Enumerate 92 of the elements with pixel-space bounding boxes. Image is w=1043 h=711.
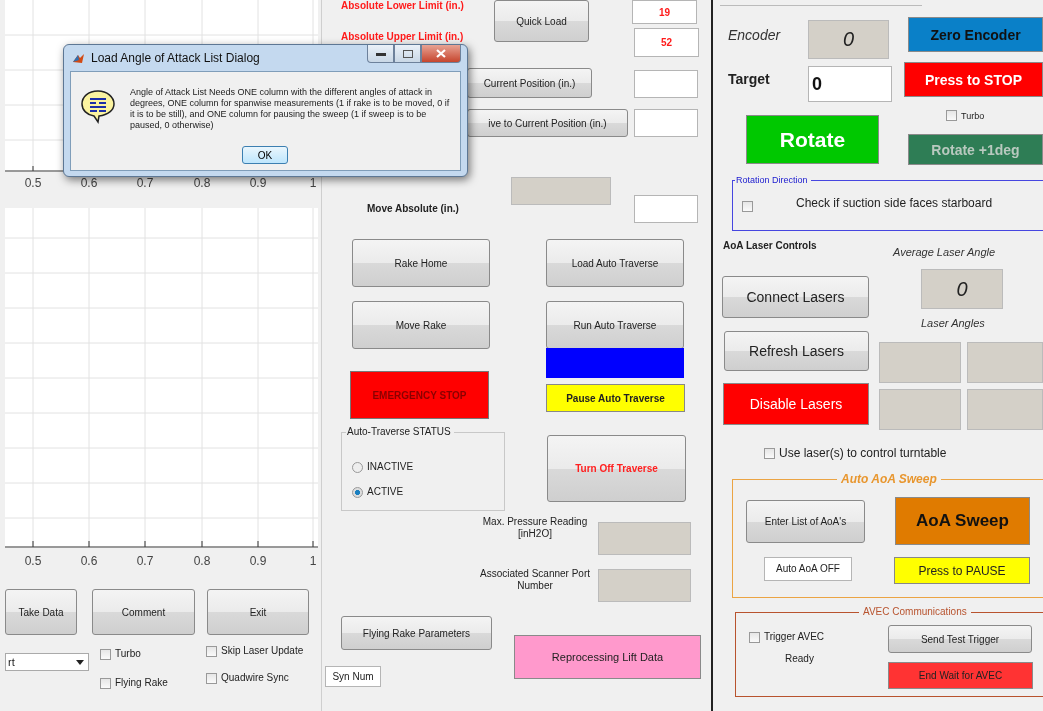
input-field[interactable] <box>634 70 698 98</box>
action-button[interactable]: AoA Sweep <box>895 497 1030 545</box>
action-button[interactable]: Comment <box>92 589 195 635</box>
maximize-button[interactable] <box>394 45 421 63</box>
action-button[interactable]: Enter List of AoA's <box>746 500 865 543</box>
maximize-icon <box>402 49 413 58</box>
checkbox-label: Turbo <box>961 110 985 121</box>
axis-tick-label: 1 <box>308 176 318 190</box>
caret-icon <box>76 659 84 665</box>
axis-tick-label: 1 <box>308 554 318 568</box>
checkbox-label: Check if suction side faces starboard <box>796 196 993 210</box>
action-button[interactable]: Flying Rake Parameters <box>341 616 492 650</box>
axis-tick-label: 0.7 <box>135 176 155 190</box>
status-text: Ready <box>785 653 814 665</box>
axis-tick-label: 0.5 <box>23 554 43 568</box>
action-button[interactable]: Press to PAUSE <box>894 557 1030 584</box>
checkbox[interactable] <box>100 648 111 660</box>
status-text-box: Auto AoA OFF <box>764 557 852 581</box>
field-label: Encoder <box>728 27 781 43</box>
checkbox[interactable] <box>742 201 753 212</box>
action-button[interactable]: Exit <box>207 589 309 635</box>
action-button[interactable]: Pause Auto Traverse <box>546 384 685 412</box>
action-button[interactable]: Load Auto Traverse <box>546 239 684 287</box>
checkbox[interactable] <box>100 677 111 689</box>
input-field[interactable] <box>634 109 698 137</box>
group-title: Auto AoA Sweep <box>837 473 941 485</box>
axis-tick-label: 0.8 <box>192 554 212 568</box>
axis-tick-label: 0.9 <box>248 176 268 190</box>
dropdown[interactable]: rt <box>5 653 89 671</box>
readout-label: Max. Pressure Reading [inH2O] <box>481 516 589 540</box>
input-field[interactable] <box>634 195 698 223</box>
input-field[interactable]: 19 <box>632 0 697 24</box>
checkbox[interactable] <box>206 672 217 684</box>
field-label: Average Laser Angle <box>893 246 996 258</box>
checkbox[interactable] <box>946 110 957 121</box>
section-title: AoA Laser Controls <box>723 240 817 251</box>
checkbox[interactable] <box>206 645 217 657</box>
checkbox-label: Flying Rake <box>115 677 168 689</box>
dialog-message: Angle of Attack List Needs ONE column with the different angles of attack in degrees, ONE column for spanwise measurements (1 if rake is to be moved, 0 if it is to be still), and ONE column for pausing the sweep (1 if sweep is to be paused, 0 otherwise) <box>130 87 451 131</box>
close-icon <box>436 49 446 58</box>
speech-bubble-icon <box>80 88 116 124</box>
group-title: Rotation Direction <box>735 174 811 186</box>
close-button[interactable] <box>421 45 461 63</box>
checkbox[interactable] <box>764 447 775 459</box>
radio-label: INACTIVE <box>367 461 414 473</box>
checkbox-label: Trigger AVEC <box>764 631 825 643</box>
action-button[interactable]: Disable Lasers <box>723 383 869 425</box>
text-box: Syn Num <box>325 666 381 687</box>
action-button[interactable]: End Wait for AVEC <box>888 662 1033 689</box>
action-button[interactable]: Refresh Lasers <box>724 331 869 371</box>
action-button[interactable]: Connect Lasers <box>722 276 869 318</box>
action-button[interactable]: Reprocessing Lift Data <box>514 635 701 679</box>
ok-button[interactable]: OK <box>242 146 288 164</box>
group-title: AVEC Communications <box>859 606 971 618</box>
checkbox-label: Quadwire Sync <box>221 672 289 684</box>
minimize-button[interactable] <box>367 45 394 63</box>
axis-tick-label: 0.5 <box>23 176 43 190</box>
field-label: Target <box>728 71 770 87</box>
action-button[interactable]: Move Rake <box>352 301 490 349</box>
field-label: Laser Angles <box>921 317 985 329</box>
action-button[interactable]: Take Data <box>5 589 77 635</box>
readout-display: 0 <box>808 20 889 59</box>
checkbox[interactable] <box>749 631 760 643</box>
action-button[interactable]: Press to STOP <box>904 62 1043 97</box>
input-field[interactable]: 0 <box>808 66 892 102</box>
action-button[interactable]: Current Position (in.) <box>467 68 592 98</box>
readout-display: 0 <box>921 269 1003 309</box>
input-field[interactable]: 52 <box>634 28 699 57</box>
axis-tick-label: 0.6 <box>79 176 99 190</box>
field-label: Move Absolute (in.) <box>367 203 459 214</box>
dialog-title: Load Angle of Attack List Dialog <box>91 51 260 65</box>
radio-button[interactable] <box>352 486 363 498</box>
action-button[interactable]: Run Auto Traverse <box>546 301 684 349</box>
action-button[interactable]: ive to Current Position (in.) <box>467 109 628 137</box>
radio-button[interactable] <box>352 461 363 473</box>
checkbox-label: Turbo <box>115 648 141 660</box>
axis-tick-label: 0.7 <box>135 554 155 568</box>
axis-tick-label: 0.8 <box>192 176 212 190</box>
minimize-icon <box>375 51 386 56</box>
checkbox-label: Use laser(s) to control turntable <box>779 446 947 460</box>
field-label: Absolute Lower Limit (in.) <box>341 0 464 11</box>
axis-tick-label: 0.9 <box>248 554 268 568</box>
action-button[interactable]: Quick Load <box>494 0 589 42</box>
radio-label: ACTIVE <box>367 486 404 498</box>
action-button[interactable]: Zero Encoder <box>908 17 1043 52</box>
readout-label: Associated Scanner Port Number <box>478 568 592 592</box>
group-title: Auto-Traverse STATUS <box>346 426 454 438</box>
axis-tick-label: 0.6 <box>79 554 99 568</box>
field-label: Absolute Upper Limit (in.) <box>341 31 464 42</box>
action-button[interactable]: Send Test Trigger <box>888 625 1032 653</box>
checkbox-label: Skip Laser Update <box>221 645 304 657</box>
action-button[interactable]: Rake Home <box>352 239 490 287</box>
